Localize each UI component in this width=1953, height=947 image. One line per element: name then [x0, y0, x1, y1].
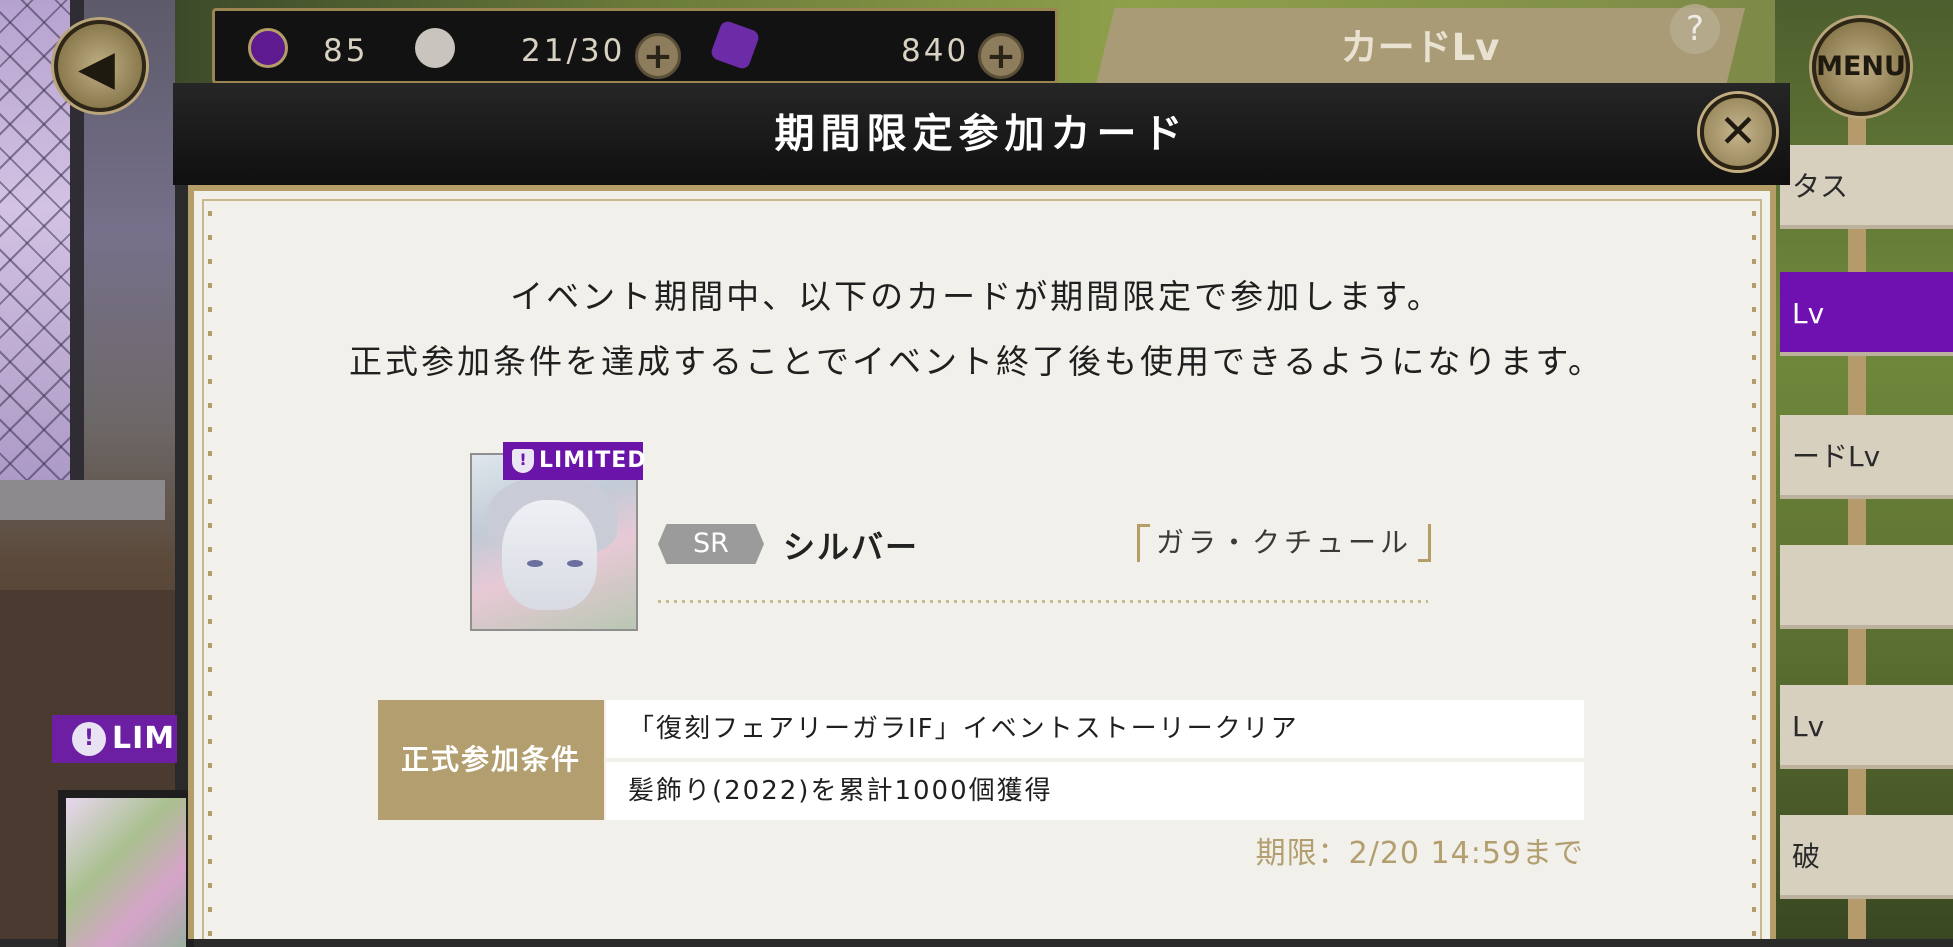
conditions-label: 正式参加条件 [378, 700, 604, 820]
side-card-thumbnail[interactable] [58, 790, 194, 947]
close-button[interactable]: ✕ [1700, 94, 1776, 170]
intro-text-line-2: 正式参加条件を達成することでイベント終了後も使用できるようになります。 [348, 342, 1605, 381]
deadline-text: 期限：2/20 14:59まで [1255, 836, 1584, 871]
shield-icon: ! [512, 449, 534, 473]
card-character-eye [567, 560, 583, 567]
side-tab-empty[interactable] [1780, 545, 1953, 629]
shield-icon: ! [72, 722, 106, 756]
gem-icon [709, 19, 761, 71]
gem-value: 840 [901, 33, 970, 69]
background-window-sill [0, 480, 165, 520]
mana-icon [248, 28, 288, 68]
card-character-eye [527, 560, 543, 567]
add-gem-button[interactable]: + [978, 33, 1024, 79]
resource-bar: 85 21/30 + 840 + [212, 8, 1058, 84]
dotted-border-right [1752, 211, 1756, 939]
card-name: シルバー [783, 528, 920, 566]
card-title: ガラ・クチュール [1137, 524, 1432, 562]
add-stamina-button[interactable]: + [635, 33, 681, 79]
stamina-value: 21/30 [521, 33, 626, 69]
stamina-icon [415, 28, 455, 68]
condition-row: 「復刻フェアリーガラIF」イベントストーリークリア [606, 700, 1584, 758]
dotted-border-left [208, 211, 212, 939]
side-tab-break[interactable]: 破 [1780, 815, 1953, 899]
back-button[interactable]: ◀ [54, 20, 146, 112]
side-limited-tag: LIM [52, 715, 177, 763]
help-icon[interactable]: ? [1670, 4, 1720, 54]
side-tab-status[interactable]: タス [1780, 145, 1953, 229]
rarity-badge: SR [658, 524, 764, 564]
back-arrow-icon: ◀ [78, 40, 115, 96]
dotted-divider [658, 600, 1428, 603]
card-lv-tab[interactable]: カードLv [1095, 8, 1745, 88]
side-tab-card-lv[interactable]: ードLv [1780, 415, 1953, 499]
card-character-face [502, 500, 597, 610]
side-tab-lv-2[interactable]: Lv [1780, 685, 1953, 769]
intro-text-line-1: イベント期間中、以下のカードが期間限定で参加します。 [510, 277, 1443, 316]
dialog-title: 期間限定参加カード [774, 111, 1189, 157]
mana-value: 85 [323, 33, 369, 69]
menu-button[interactable]: MENU [1812, 18, 1910, 116]
dialog-header: 期間限定参加カード [173, 83, 1790, 185]
condition-row: 髪飾り(2022)を累計1000個獲得 [606, 762, 1584, 820]
